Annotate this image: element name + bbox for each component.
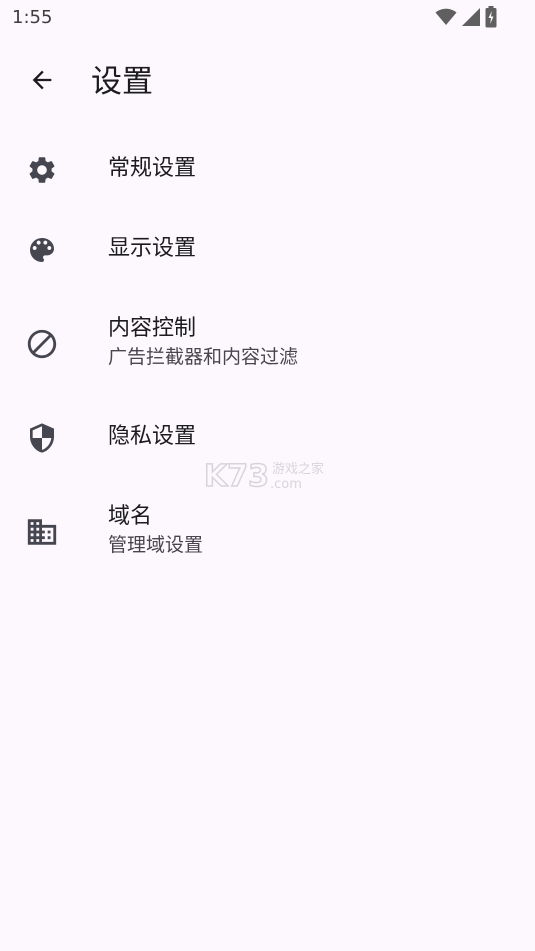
back-button[interactable]	[22, 62, 62, 102]
watermark-tagline: 游戏之家	[272, 461, 324, 477]
cell-signal-icon	[461, 7, 481, 27]
wifi-icon	[435, 8, 457, 26]
settings-item-text: 常规设置	[108, 154, 196, 184]
settings-item-title: 常规设置	[108, 156, 197, 181]
status-bar: 1:55	[0, 0, 535, 36]
watermark-domain: .com	[270, 477, 302, 492]
settings-item-text: 显示设置	[108, 234, 196, 264]
domain-icon	[24, 514, 60, 550]
settings-item-subtitle: 管理域设置	[108, 534, 204, 556]
battery-charging-icon	[485, 6, 497, 28]
status-time: 1:55	[12, 7, 53, 28]
settings-item-subtitle: 广告拦截器和内容过滤	[108, 346, 299, 368]
arrow-back-icon	[28, 66, 56, 98]
settings-item-title: 隐私设置	[108, 424, 197, 449]
settings-item-text: 域名 管理域设置	[108, 502, 203, 558]
watermark-brand: K73	[204, 459, 269, 492]
settings-item-text: 隐私设置	[108, 422, 196, 452]
gear-icon	[24, 152, 60, 188]
palette-icon	[24, 232, 60, 268]
settings-item-title: 显示设置	[108, 236, 197, 261]
settings-item-title: 内容控制	[108, 316, 197, 341]
settings-item-title: 域名	[108, 504, 153, 529]
app-bar: 设置	[0, 48, 535, 118]
block-icon	[24, 326, 60, 362]
watermark-logo: K73 游戏之家 .com	[203, 458, 334, 495]
settings-item-general[interactable]: 常规设置	[0, 126, 535, 206]
settings-item-content-control[interactable]: 内容控制 广告拦截器和内容过滤	[0, 286, 535, 394]
status-icons	[435, 6, 497, 28]
shield-icon	[24, 420, 60, 456]
settings-item-text: 内容控制 广告拦截器和内容过滤	[108, 314, 298, 370]
settings-item-display[interactable]: 显示设置	[0, 206, 535, 286]
page-title: 设置	[91, 64, 153, 100]
